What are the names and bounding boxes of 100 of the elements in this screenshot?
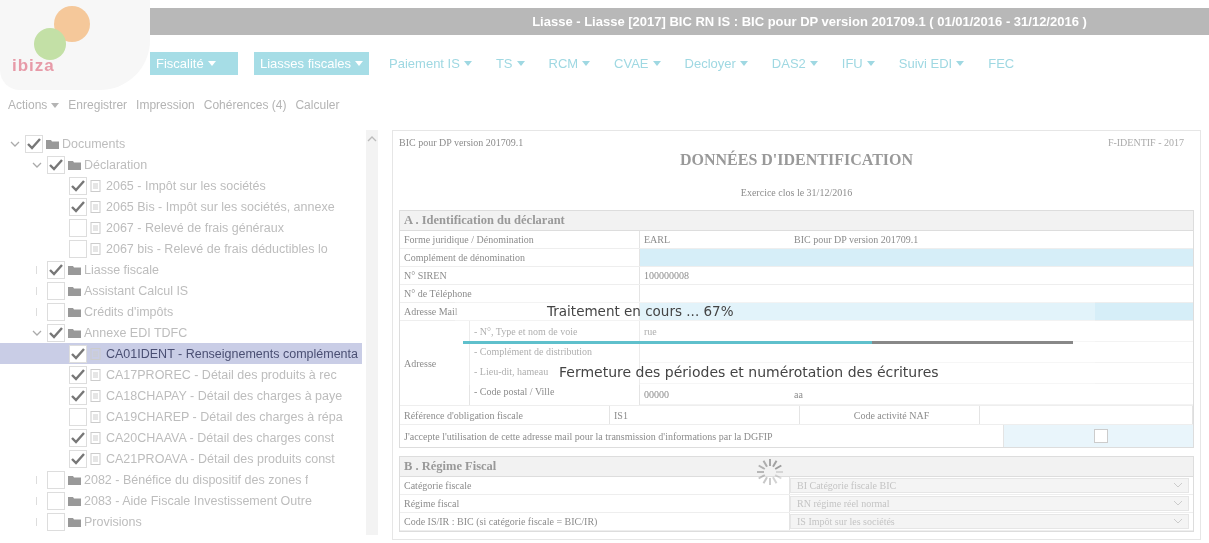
nav-menu-item[interactable]: CVAE [610, 52, 665, 75]
tree-item[interactable]: 2067 bis - Relevé de frais déductibles lo [0, 238, 362, 259]
input-field[interactable]: IS1 [610, 406, 800, 424]
check-icon [71, 452, 85, 465]
checkbox[interactable] [47, 491, 65, 510]
checkbox[interactable] [69, 365, 87, 384]
tree-item[interactable]: 2067 - Relevé de frais généraux [0, 217, 362, 238]
tree-item[interactable]: Crédits d'impôts [0, 301, 362, 322]
form-subtitle: Exercice clos le 31/12/2016 [739, 187, 854, 198]
checkbox[interactable] [69, 239, 87, 258]
checkbox[interactable] [69, 344, 87, 363]
module-menu[interactable]: Fiscalité [150, 52, 238, 75]
checkbox[interactable] [69, 197, 87, 216]
nav-menu-item[interactable]: DAS2 [767, 52, 822, 75]
check-icon [49, 158, 63, 171]
field-label: Code activité NAF [800, 406, 980, 424]
field-label: - Lieu-dit, hameau [474, 365, 549, 377]
checkbox[interactable] [69, 218, 87, 237]
field-label: Référence d'obligation fiscale [400, 406, 610, 424]
check-icon [49, 326, 63, 339]
tree-item[interactable]: Documents [0, 133, 362, 154]
document-icon [90, 389, 103, 402]
nav-menu-item[interactable]: Suivi EDI [894, 52, 969, 75]
tree-item[interactable]: Annexe EDI TDFC [0, 322, 362, 343]
progress-status: Traitement en cours ... 67% [547, 303, 734, 319]
toolbar-button[interactable]: Enregistrer [68, 96, 128, 114]
toolbar-button[interactable]: Calculer [295, 96, 340, 114]
tree-item-label: CA20CHAAVA - Détail des charges const [106, 430, 335, 445]
input-field[interactable]: 00000 aa [640, 384, 1193, 405]
tree-item[interactable]: 2083 - Aide Fiscale Investissement Outre [0, 490, 362, 511]
chevron-down-icon[interactable] [32, 161, 42, 168]
checkbox[interactable] [47, 281, 65, 300]
section-header: A . Identification du déclarant [400, 211, 1193, 231]
nav-menu-item[interactable]: TS [491, 52, 529, 75]
consent-label: J'accepte l'utilisation de cette adresse mail pour la transmission d'informations par la DGFIP [403, 429, 774, 444]
tree-item[interactable]: Déclaration [0, 154, 362, 175]
document-icon [90, 368, 103, 381]
tree-item[interactable]: CA01IDENT - Renseignements complémenta [0, 343, 362, 364]
spinner-icon [755, 457, 785, 487]
checkbox[interactable] [69, 407, 87, 426]
tree-item[interactable]: CA17PROREC - Détail des produits à rec [0, 364, 362, 385]
toolbar-button[interactable]: Actions [8, 96, 60, 114]
tree-item-label: 2083 - Aide Fiscale Investissement Outre [84, 493, 312, 508]
nav-menu-item[interactable]: FEC [984, 52, 1019, 75]
chevron-up-icon[interactable] [367, 136, 377, 142]
check-icon [71, 368, 85, 381]
checkbox[interactable] [47, 260, 65, 279]
input-field[interactable] [640, 249, 1193, 266]
document-icon [90, 200, 103, 213]
checkbox[interactable] [25, 134, 43, 153]
chevron-down-icon[interactable] [32, 329, 42, 336]
checkbox[interactable] [47, 512, 65, 531]
tree-item-label: 2065 - Impôt sur les sociétés [106, 178, 266, 193]
scrollbar[interactable] [366, 130, 378, 535]
nav-menu-item[interactable]: IFU [837, 52, 879, 75]
tree-item[interactable]: Provisions [0, 511, 362, 532]
nav-menu-item[interactable]: Decloyer [680, 52, 752, 75]
input-field[interactable] [640, 303, 1193, 320]
folder-icon [68, 284, 81, 297]
checkbox[interactable] [69, 386, 87, 405]
document-icon [90, 179, 103, 192]
tree-item[interactable]: Liasse fiscale [0, 259, 362, 280]
tree-item[interactable]: CA20CHAAVA - Détail des charges const [0, 427, 362, 448]
field-label: Forme juridique / Dénomination [400, 231, 640, 248]
nav-menu-item[interactable]: Liasses fiscales [254, 52, 370, 75]
checkbox[interactable] [1093, 429, 1108, 443]
checkbox[interactable] [47, 323, 65, 342]
document-icon [90, 221, 103, 234]
tree-item-label: CA18CHAPAY - Détail des charges à paye [106, 388, 343, 403]
tree-item[interactable]: CA18CHAPAY - Détail des charges à paye [0, 385, 362, 406]
document-icon [90, 410, 103, 423]
tree-item-label: Provisions [84, 514, 142, 529]
input-field[interactable]: 100000008 [640, 267, 1193, 284]
tree-item[interactable]: Assistant Calcul IS [0, 280, 362, 301]
tree-item[interactable]: 2065 - Impôt sur les sociétés [0, 175, 362, 196]
checkbox[interactable] [47, 155, 65, 174]
field-label: - Code postal / Ville [474, 385, 555, 397]
chevron-down-icon[interactable] [10, 140, 20, 147]
checkbox[interactable] [47, 470, 65, 489]
checkbox[interactable] [69, 428, 87, 447]
tree-item[interactable]: 2065 Bis - Impôt sur les sociétés, annexe [0, 196, 362, 217]
tree-item[interactable]: 2082 - Bénéfice du dispositif des zones f [0, 469, 362, 490]
folder-icon [68, 473, 81, 486]
toolbar-button[interactable]: Impression [136, 96, 195, 114]
tree-item[interactable]: CA21PROAVA - Détail des produits const [0, 448, 362, 469]
checkbox[interactable] [69, 449, 87, 468]
nav-menu-item[interactable]: Paiement IS [385, 52, 476, 75]
input-field[interactable]: EARL BIC pour DP version 201709.1 [640, 231, 1193, 248]
check-icon [71, 347, 85, 360]
folder-icon [68, 158, 81, 171]
checkbox[interactable] [69, 176, 87, 195]
toolbar-button[interactable]: Cohérences (4) [203, 96, 287, 114]
check-icon [71, 200, 85, 213]
nav-menu-item[interactable]: RCM [544, 52, 595, 75]
checkbox[interactable] [47, 302, 65, 321]
tree-item-label: CA01IDENT - Renseignements complémenta [106, 346, 358, 361]
tree-item-label: 2067 bis - Relevé de frais déductibles lo [106, 241, 328, 256]
folder-icon [68, 494, 81, 507]
tree-item-label: Documents [62, 136, 126, 151]
tree-item[interactable]: CA19CHAREP - Détail des charges à répa [0, 406, 362, 427]
